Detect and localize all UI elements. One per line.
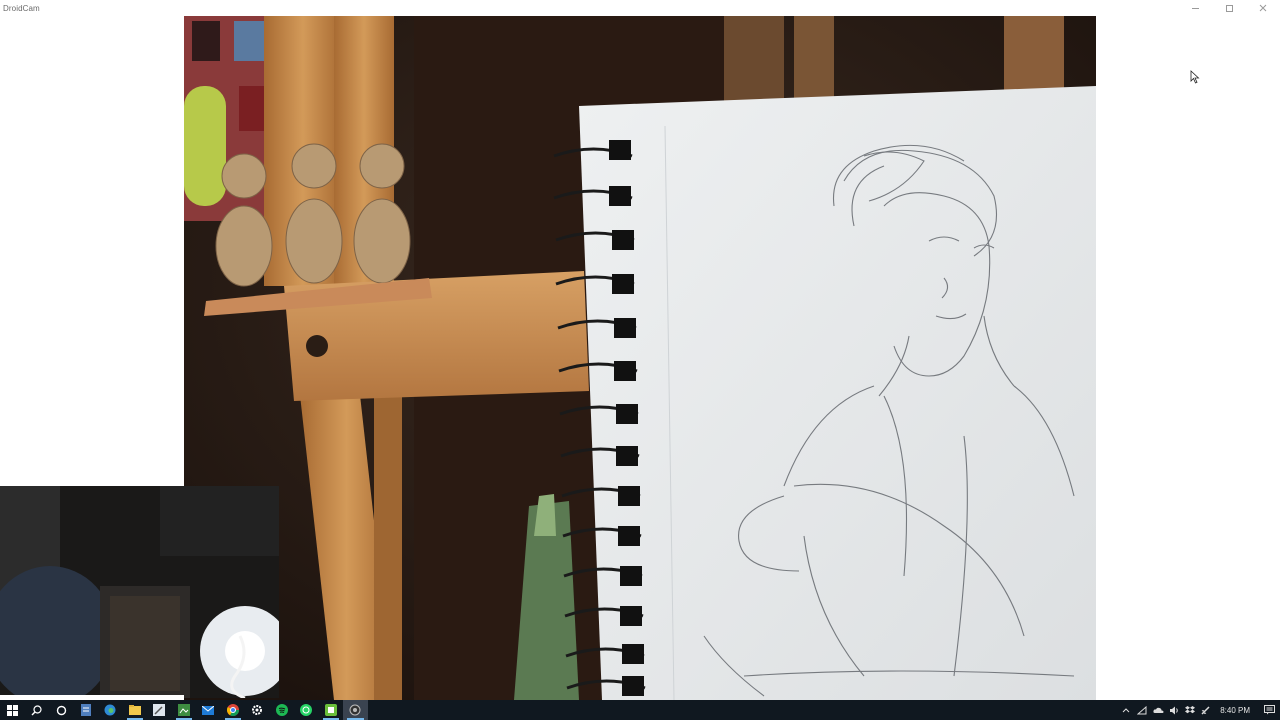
pip-preview [0,486,279,698]
pen-tray-icon[interactable] [1198,700,1214,720]
notepad-icon[interactable] [74,700,99,720]
close-icon[interactable] [1246,0,1280,16]
minimize-icon[interactable] [1178,0,1212,16]
window-title: DroidCam [3,3,40,13]
settings-icon[interactable] [245,700,270,720]
mouse-cursor-icon [1190,70,1200,84]
maximize-icon[interactable] [1212,0,1246,16]
chevron-up-icon[interactable] [1118,700,1134,720]
pip-preview-image [0,486,279,698]
green-app-icon[interactable] [319,700,344,720]
chrome-icon[interactable] [221,700,246,720]
network-icon[interactable] [1134,700,1150,720]
onedrive-icon[interactable] [1150,700,1166,720]
pen-app-icon[interactable] [147,700,172,720]
system-tray: 8:40 PM [1118,700,1280,720]
window-title-bar: DroidCam [0,0,1280,16]
taskbar: 8:40 PM [0,700,1280,720]
clock-time[interactable]: 8:40 PM [1214,706,1258,715]
mail-icon[interactable] [196,700,221,720]
notification-icon[interactable] [1258,700,1280,720]
image-editor-icon[interactable] [172,700,197,720]
droidcam-icon[interactable] [343,700,368,720]
dropbox-icon[interactable] [1182,700,1198,720]
volume-icon[interactable] [1166,700,1182,720]
taskbar-apps [0,700,368,720]
search-icon[interactable] [25,700,50,720]
camera-feed [184,16,1096,700]
camera-feed-image [184,16,1096,700]
cortana-icon[interactable] [49,700,74,720]
spotify-icon[interactable] [270,700,295,720]
whatsapp-icon[interactable] [294,700,319,720]
edge-icon[interactable] [98,700,123,720]
file-explorer-icon[interactable] [123,700,148,720]
windows-start-icon[interactable] [0,700,25,720]
